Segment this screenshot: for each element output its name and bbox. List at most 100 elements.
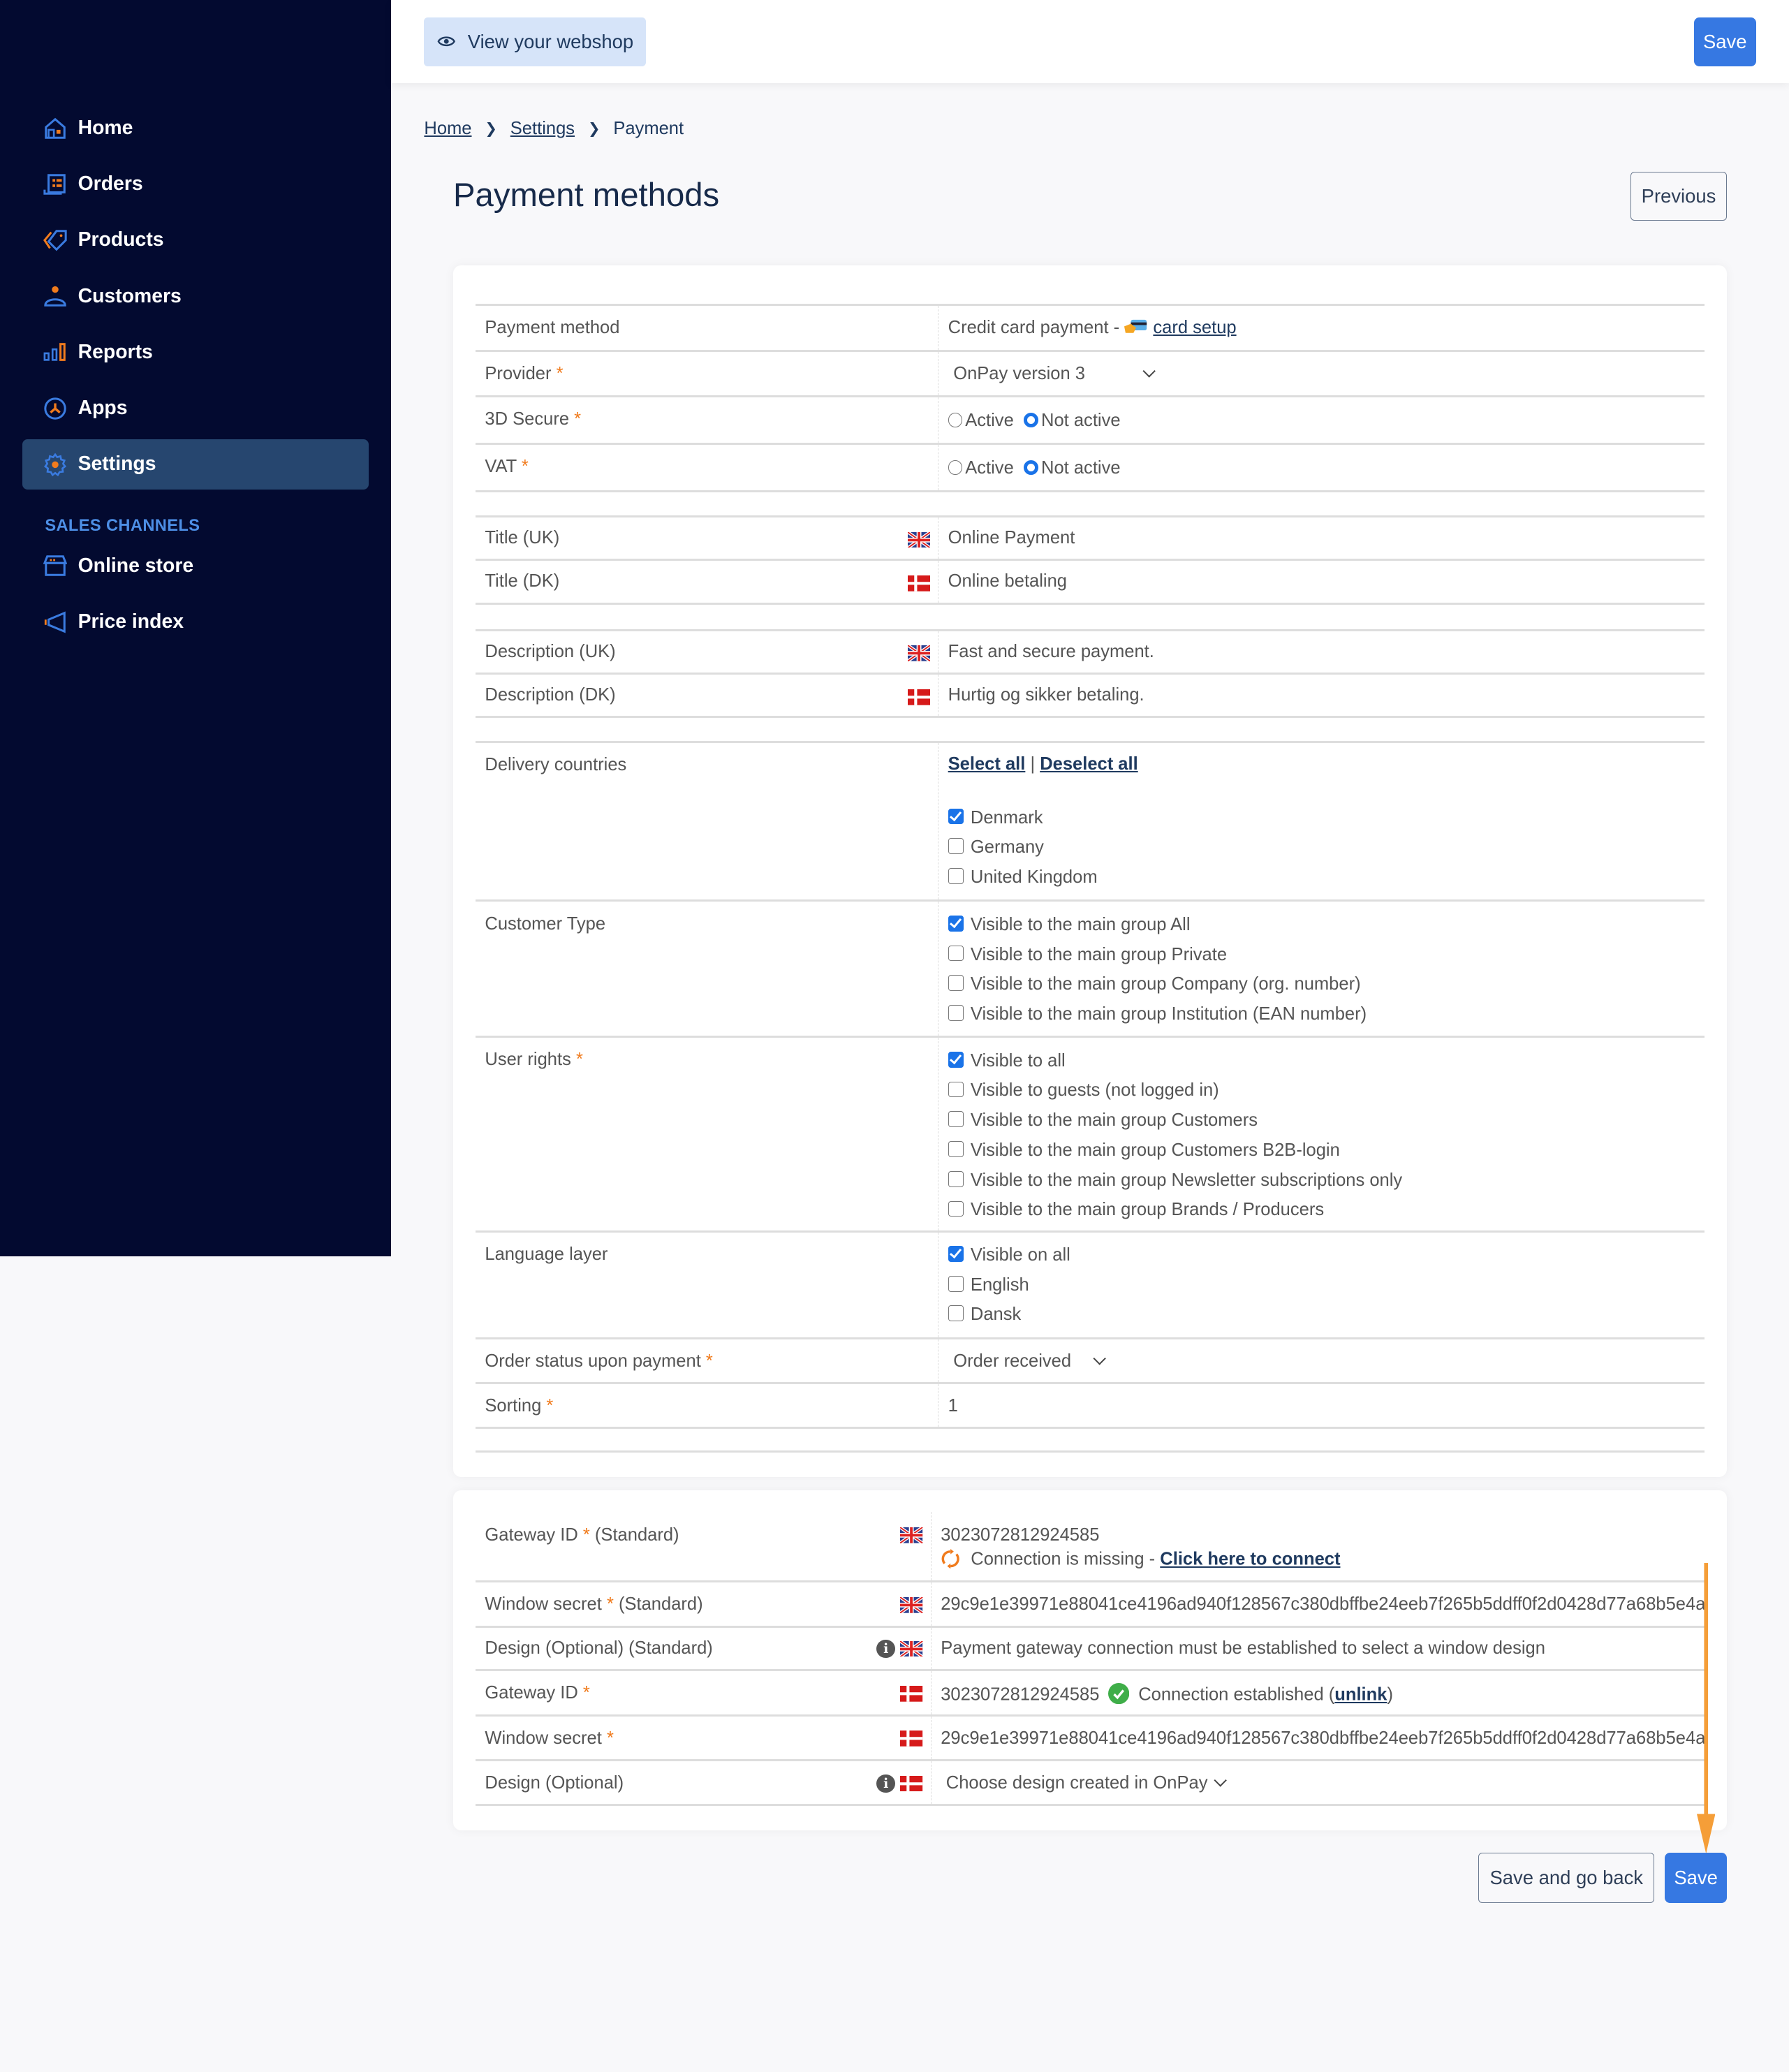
- row-description-uk: Description (UK) Fast and secure payment…: [476, 629, 1705, 674]
- click-to-connect-link[interactable]: Click here to connect: [1160, 1550, 1340, 1569]
- row-gateway-id-standard: Gateway ID * (Standard) 3023072812924585…: [476, 1511, 1705, 1582]
- row-order-status: Order status upon payment * Order receiv…: [476, 1337, 1705, 1383]
- payment-method-label: Payment method: [485, 318, 620, 338]
- spacer-row: [476, 716, 1705, 742]
- sidebar-item-home[interactable]: Home: [22, 103, 369, 154]
- sidebar-item-customers[interactable]: Customers: [22, 271, 369, 321]
- checkbox[interactable]: [948, 945, 964, 962]
- option-label: Visible to the main group Customers B2B-…: [970, 1140, 1340, 1160]
- radio-label: Active: [965, 457, 1014, 478]
- provider-select[interactable]: OnPay version 3: [948, 364, 1156, 384]
- 3d-secure-active-radio[interactable]: [948, 412, 963, 427]
- title-uk-input[interactable]: Online Payment: [948, 528, 1075, 548]
- checkbox[interactable]: [948, 1051, 964, 1068]
- required-mark: *: [556, 364, 564, 384]
- checkbox[interactable]: [948, 868, 964, 884]
- customer-type-option[interactable]: Visible to the main group Institution (E…: [948, 999, 1705, 1029]
- save-button[interactable]: Save: [1665, 1852, 1728, 1903]
- country-option-germany[interactable]: Germany: [948, 832, 1705, 862]
- language-option[interactable]: Dansk: [948, 1300, 1705, 1330]
- design-dk-select[interactable]: Choose design created in OnPay: [941, 1773, 1227, 1793]
- checkbox[interactable]: [948, 975, 964, 992]
- uk-flag-icon: [907, 645, 931, 662]
- option-label: Germany: [970, 837, 1044, 858]
- checkbox[interactable]: [948, 1305, 964, 1322]
- card-setup-link[interactable]: card setup: [1153, 318, 1236, 337]
- bar-chart-icon: [43, 343, 66, 362]
- provider-label: Provider: [485, 364, 552, 384]
- sidebar-item-settings[interactable]: Settings: [22, 439, 369, 490]
- card-hand-icon: [1124, 320, 1147, 334]
- view-webshop-button[interactable]: View your webshop: [424, 17, 647, 66]
- sidebar-item-reports[interactable]: Reports: [22, 327, 369, 377]
- breadcrumb-settings[interactable]: Settings: [510, 119, 575, 139]
- country-option-denmark[interactable]: Denmark: [948, 803, 1705, 833]
- 3d-secure-not-active-radio[interactable]: [1024, 412, 1039, 427]
- checkbox[interactable]: [948, 915, 964, 932]
- sidebar-item-price-index[interactable]: Price index: [22, 597, 369, 647]
- checkbox[interactable]: [948, 1081, 964, 1098]
- required-mark: *: [546, 1396, 554, 1416]
- user-rights-option[interactable]: Visible to the main group Newsletter sub…: [948, 1166, 1705, 1196]
- checkbox[interactable]: [948, 1141, 964, 1157]
- language-option[interactable]: English: [948, 1270, 1705, 1300]
- info-icon[interactable]: i: [876, 1774, 895, 1793]
- row-provider: Provider * OnPay version 3: [476, 350, 1705, 397]
- country-option-united-kingdom[interactable]: United Kingdom: [948, 862, 1705, 892]
- language-option[interactable]: Visible on all: [948, 1240, 1705, 1270]
- sorting-input[interactable]: 1: [948, 1396, 958, 1416]
- checkbox[interactable]: [948, 838, 964, 855]
- checkbox[interactable]: [948, 1200, 964, 1217]
- connection-established-text: Connection established (: [1138, 1684, 1335, 1705]
- option-label: Visible to the main group Brands / Produ…: [970, 1200, 1325, 1220]
- save-and-go-back-button[interactable]: Save and go back: [1478, 1852, 1655, 1903]
- sidebar-item-products[interactable]: Products: [22, 215, 369, 265]
- user-rights-option[interactable]: Visible to all: [948, 1046, 1705, 1076]
- gateway-id-dk-input[interactable]: 3023072812924585: [941, 1685, 1099, 1705]
- gateway-id-std-input[interactable]: 3023072812924585: [941, 1525, 1705, 1545]
- sidebar-item-orders[interactable]: Orders: [22, 159, 369, 210]
- checkbox[interactable]: [948, 1170, 964, 1187]
- store-icon: [43, 555, 68, 577]
- gear-icon: [44, 453, 67, 476]
- customer-type-option[interactable]: Visible to the main group All: [948, 910, 1705, 940]
- customer-type-option[interactable]: Visible to the main group Company (org. …: [948, 969, 1705, 999]
- breadcrumb: Home ❯ Settings ❯ Payment: [424, 119, 684, 139]
- sidebar-item-apps[interactable]: Apps: [22, 383, 369, 434]
- user-rights-option[interactable]: Visible to the main group Customers: [948, 1105, 1705, 1136]
- user-rights-option[interactable]: Visible to the main group Customers B2B-…: [948, 1136, 1705, 1166]
- checkbox[interactable]: [948, 1005, 964, 1021]
- checkbox[interactable]: [948, 808, 964, 825]
- checkbox[interactable]: [948, 1245, 964, 1262]
- customer-type-option[interactable]: Visible to the main group Private: [948, 940, 1705, 970]
- checkbox[interactable]: [948, 1275, 964, 1292]
- previous-button[interactable]: Previous: [1630, 171, 1728, 221]
- vat-not-active-radio[interactable]: [1024, 460, 1039, 475]
- apps-icon: [44, 397, 67, 420]
- window-secret-std-input[interactable]: 29c9e1e39971e88041ce4196ad940f128567c380…: [941, 1594, 1705, 1615]
- top-save-button[interactable]: Save: [1693, 17, 1756, 66]
- window-secret-dk-input[interactable]: 29c9e1e39971e88041ce4196ad940f128567c380…: [941, 1728, 1705, 1749]
- spacer-row: [476, 602, 1705, 631]
- description-dk-input[interactable]: Hurtig og sikker betaling.: [948, 685, 1144, 705]
- page-title: Payment methods: [453, 176, 720, 214]
- description-uk-input[interactable]: Fast and secure payment.: [948, 642, 1154, 661]
- top-bar: View your webshop Save: [391, 0, 1789, 84]
- row-delivery-countries: Delivery countries Select all | Deselect…: [476, 741, 1705, 901]
- unlink-link[interactable]: unlink: [1334, 1685, 1387, 1705]
- sidebar-item-label: Home: [78, 117, 133, 140]
- order-status-label: Order status upon payment: [485, 1351, 701, 1371]
- select-all-link[interactable]: Select all: [948, 754, 1026, 774]
- option-label: Visible to the main group Customers: [970, 1110, 1258, 1131]
- refresh-icon: [941, 1549, 959, 1569]
- order-status-select[interactable]: Order received: [948, 1351, 1107, 1372]
- checkbox[interactable]: [948, 1111, 964, 1128]
- deselect-all-link[interactable]: Deselect all: [1040, 754, 1138, 774]
- sidebar-item-online-store[interactable]: Online store: [22, 541, 369, 591]
- title-dk-input[interactable]: Online betaling: [948, 571, 1067, 591]
- user-rights-option[interactable]: Visible to guests (not logged in): [948, 1075, 1705, 1105]
- info-icon[interactable]: i: [876, 1639, 895, 1659]
- breadcrumb-home[interactable]: Home: [424, 119, 471, 139]
- user-rights-option[interactable]: Visible to the main group Brands / Produ…: [948, 1195, 1705, 1225]
- vat-active-radio[interactable]: [948, 460, 963, 475]
